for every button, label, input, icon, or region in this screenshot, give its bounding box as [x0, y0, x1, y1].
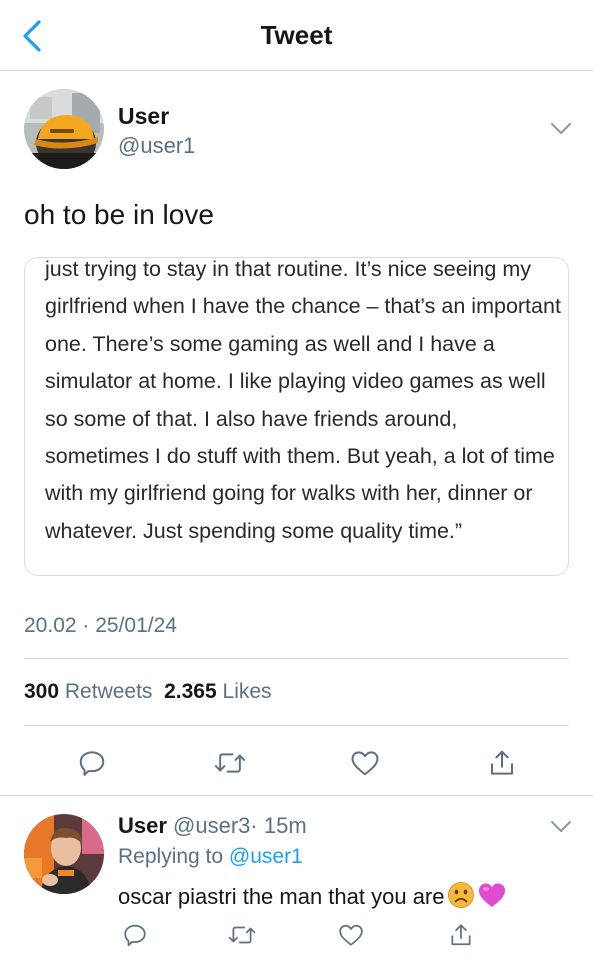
tweet-timestamp: 20.02 · 25/01/24 [24, 614, 177, 637]
author-avatar[interactable] [24, 89, 104, 169]
quoted-text: just trying to stay in that routine. It’… [45, 257, 561, 543]
retweet-icon [228, 926, 256, 944]
reply-icon [124, 924, 146, 947]
like-button[interactable] [345, 743, 385, 783]
author-name[interactable]: User [118, 103, 169, 130]
share-icon [451, 924, 471, 946]
reply-header: User @user3· 15m [118, 813, 307, 839]
likes-count: 2.365 [164, 680, 217, 703]
reply-icon [79, 751, 105, 776]
likes-label: Likes [222, 680, 272, 703]
main-tweet: User @user1 oh to be in love just trying… [0, 71, 593, 796]
page-title: Tweet [260, 20, 333, 50]
replying-to-handle[interactable]: @user1 [229, 845, 303, 868]
retweet-icon [214, 753, 246, 773]
divider [24, 658, 569, 659]
chevron-down-icon [551, 123, 571, 134]
retweets-label: Retweets [64, 680, 153, 703]
replying-to-label: Replying to [118, 845, 224, 868]
reply-author-avatar[interactable] [24, 814, 104, 894]
reply-reply-button[interactable] [117, 917, 153, 953]
retweet-button[interactable] [210, 743, 250, 783]
reply-tweet[interactable]: User @user3· 15m Replying to @user1 osca… [0, 797, 593, 960]
chevron-down-icon [551, 821, 571, 832]
reply-time: · 15m [250, 813, 307, 838]
reply-button[interactable] [72, 743, 112, 783]
reply-author-name[interactable]: User [118, 813, 167, 838]
reply-retweet-button[interactable] [224, 917, 260, 953]
reply-options-button[interactable] [548, 817, 574, 837]
tweet-options-button[interactable] [548, 119, 574, 139]
author-handle[interactable]: @user1 [118, 133, 195, 159]
likes-stat[interactable]: 2.365 Likes [164, 680, 271, 703]
retweets-stat[interactable]: 300 Retweets [24, 680, 152, 703]
reply-text-content: oscar piastri the man that you are [118, 883, 445, 909]
tweet-text: oh to be in love [24, 199, 214, 230]
purple-heart-emoji [477, 881, 507, 915]
quoted-text-image[interactable]: just trying to stay in that routine. It’… [24, 257, 569, 576]
reply-share-button[interactable] [443, 917, 479, 953]
divider [24, 725, 569, 726]
engagement-stats: 300 Retweets 2.365 Likes [24, 680, 272, 704]
reply-text: oscar piastri the man that you are [118, 881, 507, 915]
top-navbar: Tweet [0, 0, 593, 71]
reply-like-button[interactable] [333, 917, 369, 953]
retweets-count: 300 [24, 680, 60, 703]
like-icon [351, 751, 379, 776]
share-icon [491, 750, 513, 775]
reply-author-handle[interactable]: @user3 [173, 813, 250, 838]
share-button[interactable] [482, 743, 522, 783]
frowning-face-emoji [447, 881, 475, 915]
replying-to: Replying to @user1 [118, 845, 303, 869]
like-icon [339, 924, 363, 946]
